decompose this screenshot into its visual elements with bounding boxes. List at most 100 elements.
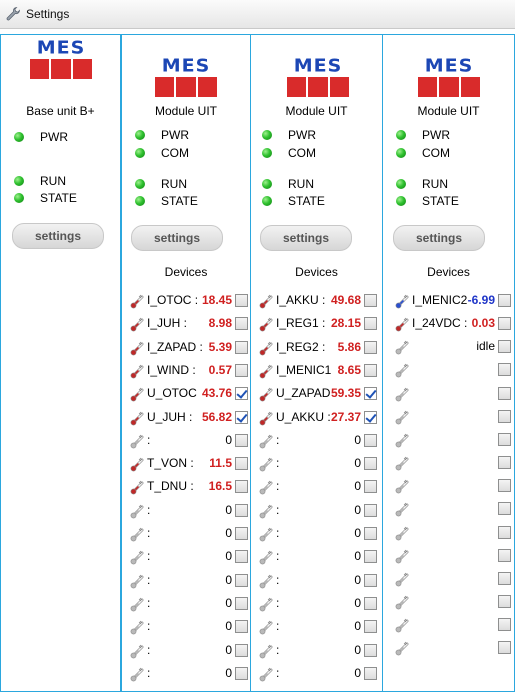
- thermometer-gray-icon[interactable]: [395, 501, 411, 517]
- thermometer-gray-icon[interactable]: [130, 666, 146, 682]
- thermometer-red-icon[interactable]: [130, 410, 146, 426]
- thermometer-red-icon[interactable]: [259, 386, 275, 402]
- thermometer-gray-icon[interactable]: [259, 479, 275, 495]
- device-checkbox[interactable]: [235, 644, 248, 657]
- device-checkbox[interactable]: [364, 597, 377, 610]
- thermometer-blue-icon[interactable]: [395, 293, 411, 309]
- thermometer-gray-icon[interactable]: [395, 478, 411, 494]
- thermometer-gray-icon[interactable]: [259, 526, 275, 542]
- thermometer-gray-icon[interactable]: [130, 573, 146, 589]
- device-checkbox[interactable]: [364, 550, 377, 563]
- thermometer-gray-icon[interactable]: [259, 503, 275, 519]
- thermometer-gray-icon[interactable]: [130, 619, 146, 635]
- thermometer-gray-icon[interactable]: [130, 526, 146, 542]
- module-settings-button[interactable]: settings: [131, 225, 223, 251]
- thermometer-red-icon[interactable]: [395, 316, 411, 332]
- device-checkbox[interactable]: [498, 387, 511, 400]
- device-checkbox[interactable]: [235, 550, 248, 563]
- device-checkbox[interactable]: [498, 549, 511, 562]
- device-checkbox[interactable]: [235, 387, 248, 400]
- device-checkbox[interactable]: [498, 479, 511, 492]
- thermometer-red-icon[interactable]: [130, 386, 146, 402]
- thermometer-red-icon[interactable]: [259, 363, 275, 379]
- thermometer-red-icon[interactable]: [259, 316, 275, 332]
- device-checkbox[interactable]: [235, 480, 248, 493]
- device-checkbox[interactable]: [235, 341, 248, 354]
- device-checkbox[interactable]: [498, 456, 511, 469]
- device-checkbox[interactable]: [498, 340, 511, 353]
- thermometer-gray-icon[interactable]: [395, 432, 411, 448]
- device-checkbox[interactable]: [235, 620, 248, 633]
- base-settings-button[interactable]: settings: [12, 223, 104, 249]
- device-checkbox[interactable]: [364, 574, 377, 587]
- device-checkbox[interactable]: [235, 317, 248, 330]
- thermometer-gray-icon[interactable]: [395, 548, 411, 564]
- thermometer-gray-icon[interactable]: [395, 339, 411, 355]
- thermometer-gray-icon[interactable]: [395, 386, 411, 402]
- device-checkbox[interactable]: [364, 527, 377, 540]
- thermometer-gray-icon[interactable]: [395, 640, 411, 656]
- device-checkbox[interactable]: [235, 411, 248, 424]
- thermometer-gray-icon[interactable]: [130, 596, 146, 612]
- device-checkbox[interactable]: [498, 410, 511, 423]
- device-checkbox[interactable]: [364, 364, 377, 377]
- device-checkbox[interactable]: [235, 364, 248, 377]
- thermometer-red-icon[interactable]: [259, 410, 275, 426]
- device-checkbox[interactable]: [498, 317, 511, 330]
- device-checkbox[interactable]: [364, 667, 377, 680]
- device-checkbox[interactable]: [235, 574, 248, 587]
- device-checkbox[interactable]: [235, 597, 248, 610]
- thermometer-gray-icon[interactable]: [395, 409, 411, 425]
- thermometer-gray-icon[interactable]: [259, 619, 275, 635]
- thermometer-gray-icon[interactable]: [395, 362, 411, 378]
- device-checkbox[interactable]: [364, 480, 377, 493]
- thermometer-gray-icon[interactable]: [130, 549, 146, 565]
- device-checkbox[interactable]: [235, 457, 248, 470]
- device-checkbox[interactable]: [498, 618, 511, 631]
- device-checkbox[interactable]: [364, 644, 377, 657]
- thermometer-red-icon[interactable]: [130, 479, 146, 495]
- device-checkbox[interactable]: [235, 527, 248, 540]
- thermometer-gray-icon[interactable]: [259, 643, 275, 659]
- module-settings-button[interactable]: settings: [260, 225, 352, 251]
- device-checkbox[interactable]: [364, 504, 377, 517]
- device-checkbox[interactable]: [364, 620, 377, 633]
- thermometer-gray-icon[interactable]: [130, 643, 146, 659]
- thermometer-red-icon[interactable]: [130, 340, 146, 356]
- thermometer-gray-icon[interactable]: [130, 433, 146, 449]
- thermometer-gray-icon[interactable]: [259, 666, 275, 682]
- device-checkbox[interactable]: [364, 294, 377, 307]
- thermometer-gray-icon[interactable]: [259, 596, 275, 612]
- thermometer-red-icon[interactable]: [130, 363, 146, 379]
- thermometer-gray-icon[interactable]: [259, 456, 275, 472]
- device-checkbox[interactable]: [498, 363, 511, 376]
- thermometer-gray-icon[interactable]: [259, 549, 275, 565]
- thermometer-red-icon[interactable]: [130, 293, 146, 309]
- device-checkbox[interactable]: [235, 434, 248, 447]
- thermometer-gray-icon[interactable]: [395, 525, 411, 541]
- device-checkbox[interactable]: [364, 387, 377, 400]
- module-settings-button[interactable]: settings: [393, 225, 485, 251]
- thermometer-red-icon[interactable]: [130, 316, 146, 332]
- thermometer-gray-icon[interactable]: [395, 617, 411, 633]
- device-checkbox[interactable]: [498, 595, 511, 608]
- thermometer-gray-icon[interactable]: [395, 455, 411, 471]
- thermometer-gray-icon[interactable]: [259, 433, 275, 449]
- device-checkbox[interactable]: [498, 294, 511, 307]
- device-checkbox[interactable]: [235, 504, 248, 517]
- device-checkbox[interactable]: [364, 411, 377, 424]
- thermometer-red-icon[interactable]: [259, 293, 275, 309]
- thermometer-gray-icon[interactable]: [130, 503, 146, 519]
- device-checkbox[interactable]: [364, 457, 377, 470]
- device-checkbox[interactable]: [498, 572, 511, 585]
- device-checkbox[interactable]: [364, 341, 377, 354]
- device-checkbox[interactable]: [364, 434, 377, 447]
- device-checkbox[interactable]: [498, 641, 511, 654]
- device-checkbox[interactable]: [498, 526, 511, 539]
- thermometer-gray-icon[interactable]: [395, 571, 411, 587]
- device-checkbox[interactable]: [498, 502, 511, 515]
- thermometer-red-icon[interactable]: [259, 340, 275, 356]
- device-checkbox[interactable]: [364, 317, 377, 330]
- device-checkbox[interactable]: [235, 294, 248, 307]
- thermometer-gray-icon[interactable]: [259, 573, 275, 589]
